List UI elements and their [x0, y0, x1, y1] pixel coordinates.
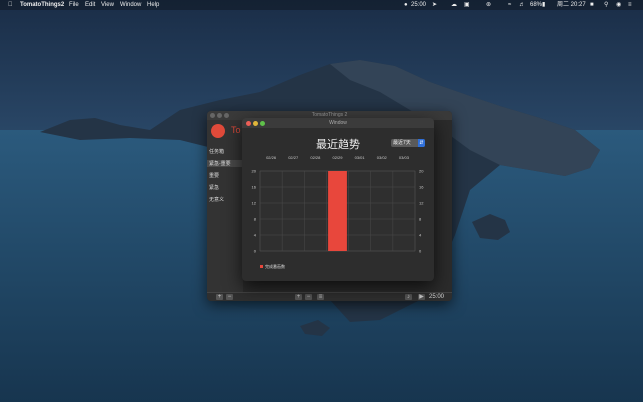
- y-tick-label-right: 16: [419, 185, 424, 190]
- list-view-icon[interactable]: ≡: [317, 294, 324, 300]
- display-icon[interactable]: ▣: [464, 0, 470, 10]
- remove-task-button[interactable]: −: [305, 294, 312, 300]
- remove-list-button[interactable]: −: [226, 294, 233, 300]
- wifi-icon[interactable]: ≈: [508, 0, 511, 10]
- user-icon[interactable]: ■: [590, 0, 594, 10]
- siri-icon[interactable]: ◉: [616, 0, 621, 10]
- sidebar-item-urgent-important[interactable]: 紧急-重要: [207, 160, 243, 167]
- timer-display: 25:00: [429, 294, 445, 300]
- battery-icon: ▮: [542, 2, 546, 8]
- sidebar: To 任务箱 紧急-重要 重要 紧急 无意义: [207, 120, 243, 292]
- location-icon: ➤: [432, 2, 438, 8]
- app-label: To: [231, 125, 241, 135]
- y-tick-label-left: 12: [252, 201, 257, 206]
- close-icon[interactable]: [210, 113, 215, 118]
- bar: [328, 171, 347, 251]
- sidebar-item-urgent[interactable]: 紧急: [209, 184, 241, 191]
- minimize-icon[interactable]: [217, 113, 222, 118]
- y-tick-label-left: 20: [252, 169, 257, 174]
- y-tick-label-right: 12: [419, 201, 424, 206]
- x-tick-label: 03/02: [377, 155, 388, 160]
- menu-app-name[interactable]: TomatoThings2: [20, 0, 64, 10]
- menubar-clock[interactable]: 周二 20:27: [557, 0, 586, 10]
- legend-swatch: [260, 265, 263, 268]
- menubar-timer[interactable]: 25:00: [411, 0, 426, 10]
- y-tick-label-right: 4: [419, 233, 422, 238]
- control-center-icon[interactable]: ≡: [628, 0, 632, 10]
- play-icon[interactable]: ▶: [418, 294, 425, 300]
- menu-edit[interactable]: Edit: [85, 0, 95, 10]
- x-tick-label: 02/26: [266, 155, 277, 160]
- x-tick-label: 03/01: [355, 155, 366, 160]
- x-tick-label: 03/03: [399, 155, 410, 160]
- sidebar-item-meaningless[interactable]: 无意义: [209, 196, 241, 203]
- tomato-logo-icon: [211, 124, 225, 138]
- x-tick-label: 02/27: [288, 155, 299, 160]
- x-tick-label: 02/29: [332, 155, 343, 160]
- sidebar-item-important[interactable]: 重要: [209, 172, 241, 179]
- sidebar-item-inbox[interactable]: 任务箱: [209, 148, 241, 155]
- y-tick-label-right: 0: [419, 249, 422, 254]
- menu-help[interactable]: Help: [147, 0, 159, 10]
- add-task-button[interactable]: +: [295, 294, 302, 300]
- legend-label: 完成番茄数: [265, 263, 285, 269]
- bluetooth-icon[interactable]: ⊛: [486, 0, 491, 10]
- cloud-icon[interactable]: ☁: [451, 0, 457, 10]
- y-tick-label-left: 4: [254, 233, 257, 238]
- menu-window[interactable]: Window: [120, 0, 141, 10]
- trend-chart: 02/26 02/27 02/28 02/29 03/01 03/02 03/03 0 0 4 4 8…: [252, 155, 425, 269]
- zoom-icon[interactable]: [224, 113, 229, 118]
- sound-icon[interactable]: ♪: [405, 294, 412, 300]
- bottom-toolbar: + − + − ≡ ♪ ▶ 25:00: [207, 292, 452, 301]
- menu-bar:  TomatoThings2 File Edit View Window He…: [0, 0, 643, 10]
- battery-percent[interactable]: 68%: [530, 0, 542, 10]
- apple-menu-icon[interactable]: : [8, 0, 13, 10]
- y-tick-label-left: 8: [254, 217, 257, 222]
- y-tick-label-left: 0: [254, 249, 257, 254]
- y-tick-label-left: 16: [252, 185, 257, 190]
- menu-file[interactable]: File: [69, 0, 79, 10]
- y-tick-label-right: 8: [419, 217, 422, 222]
- y-tick-label-right: 20: [419, 169, 424, 174]
- trend-window: Window 最近趋势 最近7天 ⇵ 02/26 02/27 02/28 02/29 0…: [242, 118, 434, 281]
- menu-view[interactable]: View: [101, 0, 114, 10]
- x-tick-label: 02/28: [310, 155, 321, 160]
- volume-icon[interactable]: ♬: [519, 0, 525, 10]
- add-list-button[interactable]: +: [216, 294, 223, 300]
- search-icon[interactable]: ⚲: [604, 0, 608, 10]
- tomato-status-icon[interactable]: ●: [404, 0, 408, 10]
